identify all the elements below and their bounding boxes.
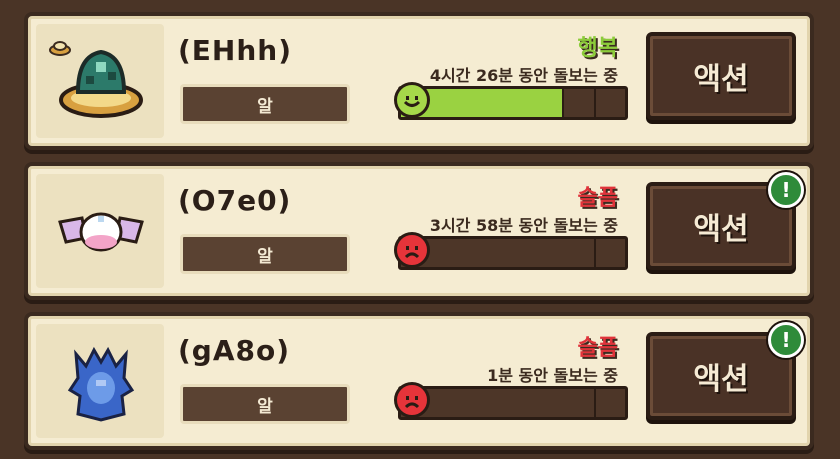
mood-progress-bar — [398, 236, 628, 270]
pet-stage-label: 알 — [180, 234, 350, 274]
pet-stage-label: 알 — [180, 384, 350, 424]
action-button[interactable]: 액션 — [646, 32, 796, 120]
mood-progress-bar — [398, 86, 628, 120]
alert-icon: ! — [768, 172, 804, 208]
spiky-blue-egg-icon — [67, 346, 135, 422]
pet-name: (gA8o) — [178, 334, 291, 367]
pet-card-2: (O7e0) 알 슬픔 3시간 58분 동안 돌보는 중 액션 ! — [24, 162, 814, 300]
mood-label: 행복 — [577, 36, 618, 61]
mood-label: 슬픔 — [577, 186, 618, 211]
winged-egg-icon — [58, 212, 144, 252]
pet-stage-label: 알 — [180, 84, 350, 124]
happy-face-icon — [394, 82, 430, 118]
bar-divider — [562, 89, 565, 117]
mood-progress-bar — [398, 386, 628, 420]
sad-face-icon — [394, 382, 430, 418]
bar-divider — [593, 239, 596, 267]
care-time-text: 4시간 26분 동안 돌보는 중 — [429, 66, 618, 85]
care-time-text: 1분 동안 돌보는 중 — [487, 366, 618, 385]
sad-face-icon — [394, 232, 430, 268]
bar-divider — [593, 89, 596, 117]
pet-card-1: (EHhh) 알 행복 4시간 26분 동안 돌보는 중 액션 — [24, 12, 814, 150]
pet-name: (O7e0) — [178, 184, 292, 217]
pet-card-3: (gA8o) 알 슬픔 1분 동안 돌보는 중 액션 ! — [24, 312, 814, 450]
egg-in-nest-icon — [59, 49, 143, 118]
alert-icon: ! — [768, 322, 804, 358]
pet-icon-panel — [36, 24, 164, 138]
pet-icon-panel — [36, 174, 164, 288]
care-time-text: 3시간 58분 동안 돌보는 중 — [429, 216, 618, 235]
pet-icon-panel — [36, 324, 164, 438]
pet-name: (EHhh) — [178, 34, 293, 67]
mood-label: 슬픔 — [577, 336, 618, 361]
bar-divider — [593, 389, 596, 417]
